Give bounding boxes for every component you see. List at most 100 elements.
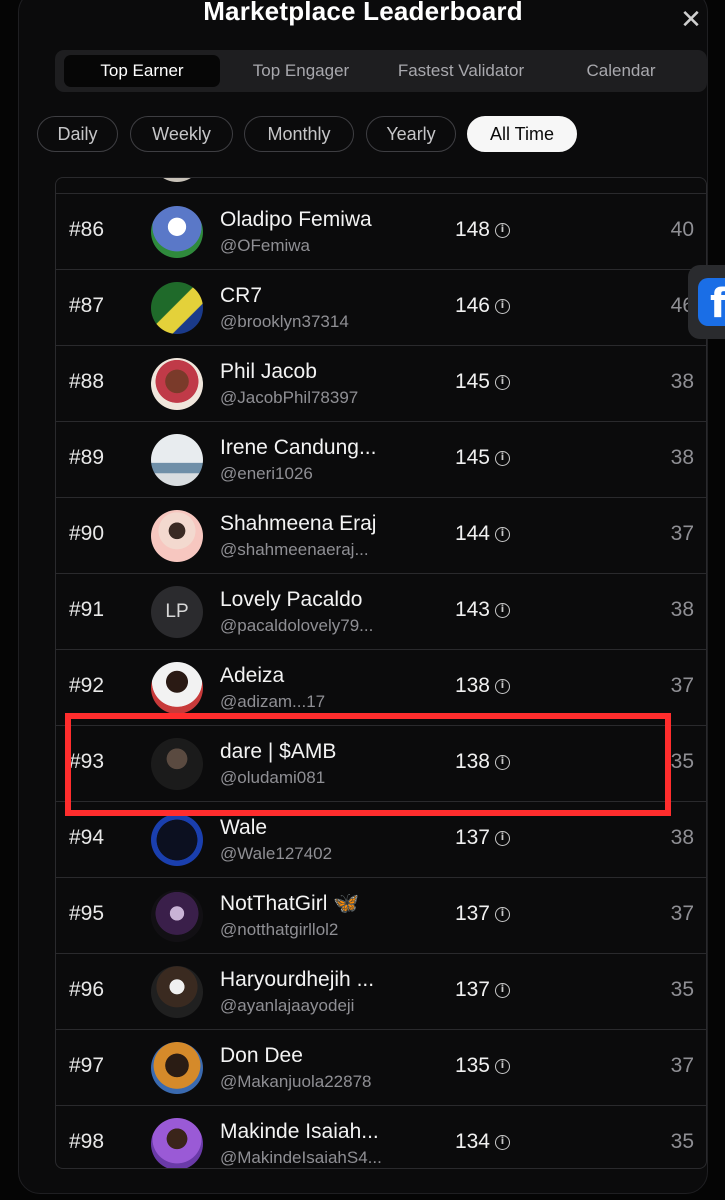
- count: 37: [670, 674, 694, 697]
- user-handle: @OFemiwa: [220, 236, 310, 255]
- user-handle: @notthatgirllol2: [220, 920, 339, 939]
- table-row[interactable]: #97 Don Dee @Makanjuola22878 135 i 37: [56, 1030, 706, 1106]
- info-icon[interactable]: i: [495, 1059, 510, 1074]
- rank: #91: [69, 598, 105, 621]
- score: 145: [454, 446, 490, 469]
- period-monthly[interactable]: Monthly: [244, 116, 354, 152]
- table-row[interactable]: #96 Haryourdhejih ... @ayanlajaayodeji 1…: [56, 954, 706, 1030]
- score: 138: [454, 674, 490, 697]
- table-row[interactable]: #91 LP Lovely Pacaldo @pacaldolovely79..…: [56, 574, 706, 650]
- score: 137: [454, 902, 490, 925]
- avatar: [151, 358, 203, 410]
- table-row[interactable]: #94 Wale @Wale127402 137 i 38: [56, 802, 706, 878]
- page-title: Marketplace Leaderboard: [203, 0, 523, 26]
- close-icon[interactable]: ✕: [677, 5, 705, 33]
- count: 40: [670, 218, 694, 241]
- avatar: [151, 662, 203, 714]
- info-icon[interactable]: i: [495, 755, 510, 770]
- score: 144: [454, 522, 490, 545]
- user-name: Lovely Pacaldo: [220, 588, 363, 611]
- tab-top-engager[interactable]: Top Engager: [225, 55, 377, 87]
- table-row[interactable]: #92 Adeiza @adizam...17 138 i 37: [56, 650, 706, 726]
- facebook-widget[interactable]: f: [688, 265, 725, 339]
- rank: #93: [69, 750, 105, 773]
- rank: #89: [69, 446, 105, 469]
- user-name: dare | $AMB: [220, 740, 337, 763]
- facebook-icon[interactable]: f: [698, 278, 725, 327]
- table-row[interactable]: #90 Shahmeena Eraj @shahmeenaeraj... 144…: [56, 498, 706, 574]
- avatar: [151, 966, 203, 1018]
- user-name: Don Dee: [220, 1044, 303, 1067]
- count: 37: [670, 902, 694, 925]
- avatar: LP: [151, 586, 203, 638]
- info-icon[interactable]: i: [495, 603, 510, 618]
- category-tabs: Top Earner Top Engager Fastest Validator…: [55, 50, 707, 92]
- info-icon[interactable]: i: [495, 1135, 510, 1150]
- tab-fastest-validator[interactable]: Fastest Validator: [381, 55, 541, 87]
- rank: #96: [69, 978, 105, 1001]
- info-icon[interactable]: i: [495, 223, 510, 238]
- user-handle: @eneri1026: [220, 464, 313, 483]
- score: 143: [454, 598, 490, 621]
- user-handle: @MakindeIsaiahS4...: [220, 1148, 382, 1167]
- user-name: NotThatGirl 🦋: [220, 892, 360, 915]
- period-all-time[interactable]: All Time: [467, 116, 577, 152]
- info-icon[interactable]: i: [495, 451, 510, 466]
- user-name: Phil Jacob: [220, 360, 317, 383]
- count: 35: [670, 1130, 694, 1153]
- avatar: [151, 434, 203, 486]
- user-name: Makinde Isaiah...: [220, 1120, 379, 1143]
- info-icon[interactable]: i: [495, 679, 510, 694]
- leaderboard-list[interactable]: #86 Oladipo Femiwa @OFemiwa 148 i 40 #87…: [55, 177, 707, 1169]
- tab-top-earner[interactable]: Top Earner: [64, 55, 220, 87]
- user-name: Haryourdhejih ...: [220, 968, 375, 991]
- period-daily[interactable]: Daily: [37, 116, 118, 152]
- info-icon[interactable]: i: [495, 907, 510, 922]
- score: 137: [454, 826, 490, 849]
- count: 35: [670, 750, 694, 773]
- leaderboard-modal: Marketplace Leaderboard ✕ Top Earner Top…: [18, 0, 708, 1194]
- avatar: [151, 738, 203, 790]
- table-row[interactable]: #98 Makinde Isaiah... @MakindeIsaiahS4..…: [56, 1106, 706, 1168]
- score: 137: [454, 978, 490, 1001]
- avatar: [151, 510, 203, 562]
- period-yearly[interactable]: Yearly: [366, 116, 456, 152]
- avatar: [151, 890, 203, 942]
- table-row[interactable]: #88 Phil Jacob @JacobPhil78397 145 i 38: [56, 346, 706, 422]
- avatar: [151, 1118, 203, 1168]
- avatar: [151, 1042, 203, 1094]
- rank: #92: [69, 674, 105, 697]
- user-handle: @pacaldolovely79...: [220, 616, 374, 635]
- rank: #98: [69, 1130, 105, 1153]
- user-handle: @brooklyn37314: [220, 312, 349, 331]
- score: 135: [454, 1054, 490, 1077]
- table-row[interactable]: #89 Irene Candung... @eneri1026 145 i 38: [56, 422, 706, 498]
- user-handle: @Wale127402: [220, 844, 333, 863]
- info-icon[interactable]: i: [495, 299, 510, 314]
- info-icon[interactable]: i: [495, 527, 510, 542]
- rank: #87: [69, 294, 105, 317]
- user-name: Adeiza: [220, 664, 285, 687]
- table-row[interactable]: #95 NotThatGirl 🦋 @notthatgirllol2 137 i…: [56, 878, 706, 954]
- avatar: [151, 178, 203, 182]
- count: 37: [670, 1054, 694, 1077]
- info-icon[interactable]: i: [495, 375, 510, 390]
- tab-calendar[interactable]: Calendar: [545, 55, 697, 87]
- user-name: CR7: [220, 284, 263, 307]
- avatar: [151, 206, 203, 258]
- avatar: [151, 814, 203, 866]
- info-icon[interactable]: i: [495, 831, 510, 846]
- table-row[interactable]: [56, 178, 706, 194]
- table-row[interactable]: #87 CR7 @brooklyn37314 146 i 46: [56, 270, 706, 346]
- score: 134: [454, 1130, 490, 1153]
- table-row[interactable]: #86 Oladipo Femiwa @OFemiwa 148 i 40: [56, 194, 706, 270]
- rank: #86: [69, 218, 105, 241]
- rank: #94: [69, 826, 105, 849]
- table-row[interactable]: #93 dare | $AMB @oludami081 138 i 35: [56, 726, 706, 802]
- rank: #95: [69, 902, 105, 925]
- info-icon[interactable]: i: [495, 983, 510, 998]
- period-weekly[interactable]: Weekly: [130, 116, 233, 152]
- user-handle: @oludami081: [220, 768, 326, 787]
- user-name: Wale: [220, 816, 268, 839]
- user-handle: @adizam...17: [220, 692, 326, 711]
